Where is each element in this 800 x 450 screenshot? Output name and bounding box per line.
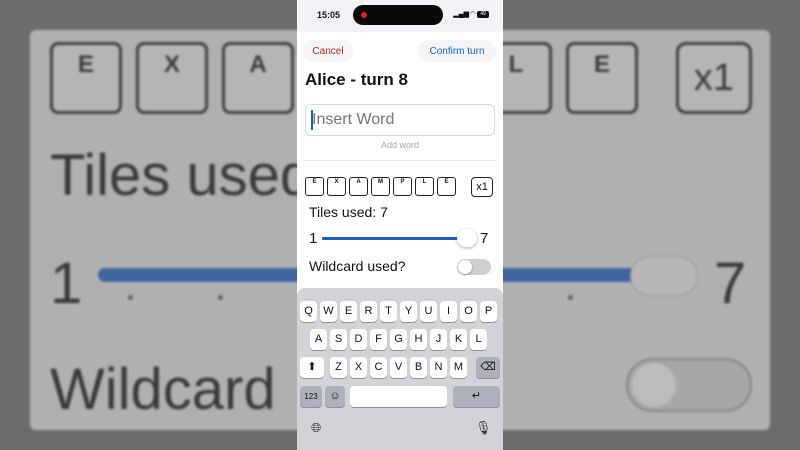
letter-tile: P [393,177,412,196]
bg-wildcard-text: Wildcard [50,357,276,422]
key-t[interactable]: T [380,301,397,322]
recording-indicator-icon [361,12,367,18]
battery-icon: 49 [477,11,489,18]
letter-tile: E [437,177,456,196]
bg-tile: E [566,42,638,114]
key-s[interactable]: S [330,329,347,350]
shift-key[interactable]: ⬆ [300,357,324,378]
key-x[interactable]: X [350,357,367,378]
emoji-key[interactable]: ☺ [325,386,345,407]
tiles-used-slider[interactable] [322,237,470,240]
bg-tile: X [136,42,208,114]
page-title: Alice - turn 8 [305,70,408,89]
status-time: 15:05 [317,10,341,20]
toggle-knob [458,260,472,274]
screen: E X A L E x1 Tiles used 1 7 Wildcard 15:… [0,0,800,450]
slider-max-label: 7 [480,230,489,247]
bg-multiplier: x1 [676,42,752,114]
key-c[interactable]: C [370,357,387,378]
word-tiles: E X A M P L E x1 [305,177,495,197]
key-n[interactable]: N [430,357,447,378]
dynamic-island [353,5,443,25]
delete-key[interactable]: ⌫ [476,357,500,378]
bg-slider-tick [568,295,573,300]
bg-slider-tick [128,295,133,300]
key-a[interactable]: A [310,329,327,350]
text-cursor [311,110,313,130]
key-m[interactable]: M [450,357,467,378]
key-o[interactable]: O [460,301,477,322]
microphone-icon[interactable]: 🎙︎ [475,420,492,436]
key-z[interactable]: Z [330,357,347,378]
key-q[interactable]: Q [300,301,317,322]
key-k[interactable]: K [450,329,467,350]
bg-toggle [626,358,752,412]
key-i[interactable]: I [440,301,457,322]
key-y[interactable]: Y [400,301,417,322]
emoji-icon: ☺ [329,390,341,402]
phone-screen: 15:05 ▂▄▆ ◠ 49 Cancel Confirm turn Alice… [297,0,503,450]
bg-slider-tick [218,295,223,300]
key-f[interactable]: F [370,329,387,350]
letter-tile: X [327,177,346,196]
confirm-turn-button[interactable]: Confirm turn [418,40,496,62]
key-v[interactable]: V [390,357,407,378]
slider-min-label: 1 [309,230,318,247]
wildcard-toggle[interactable] [457,259,491,275]
slider-thumb[interactable] [457,229,477,247]
divider [305,160,495,161]
cancel-button[interactable]: Cancel [303,40,353,62]
key-u[interactable]: U [420,301,437,322]
globe-icon[interactable]: 🌐︎ [311,420,321,436]
bg-slider-max: 7 [714,251,747,316]
key-w[interactable]: W [320,301,337,322]
wildcard-label: Wildcard used? [309,258,406,274]
letter-tile: M [371,177,390,196]
key-p[interactable]: P [480,301,497,322]
multiplier-button[interactable]: x1 [471,177,493,197]
bg-tile: E [50,42,122,114]
bg-tiles-used-text: Tiles used [50,143,313,208]
bg-tile: A [222,42,294,114]
wifi-icon: ◠ [469,11,476,18]
letter-tile: L [415,177,434,196]
key-g[interactable]: G [390,329,407,350]
add-word-button[interactable]: Add word [297,140,503,150]
bg-slider-thumb [630,256,698,296]
signal-icon: ▂▄▆ [453,11,469,18]
keyboard: Q W E R T Y U I O P A S D F G H J K L ⬆ … [297,288,503,450]
letter-tile: E [305,177,324,196]
return-icon: ↵ [471,390,482,402]
numbers-key[interactable]: 123 [300,386,322,407]
slider-fill [322,237,470,240]
key-j[interactable]: J [430,329,447,350]
key-e[interactable]: E [340,301,357,322]
letter-tile: A [349,177,368,196]
return-key[interactable]: ↵ [453,386,500,407]
key-h[interactable]: H [410,329,427,350]
bg-slider-min: 1 [50,251,83,316]
shift-icon: ⬆ [307,361,317,373]
key-r[interactable]: R [360,301,377,322]
key-l[interactable]: L [470,329,487,350]
delete-icon: ⌫ [480,361,496,373]
key-d[interactable]: D [350,329,367,350]
key-b[interactable]: B [410,357,427,378]
space-key[interactable] [350,386,447,407]
status-bar: 15:05 ▂▄▆ ◠ 49 [297,0,503,32]
word-input[interactable] [305,104,495,136]
tiles-used-label: Tiles used: 7 [309,204,388,220]
